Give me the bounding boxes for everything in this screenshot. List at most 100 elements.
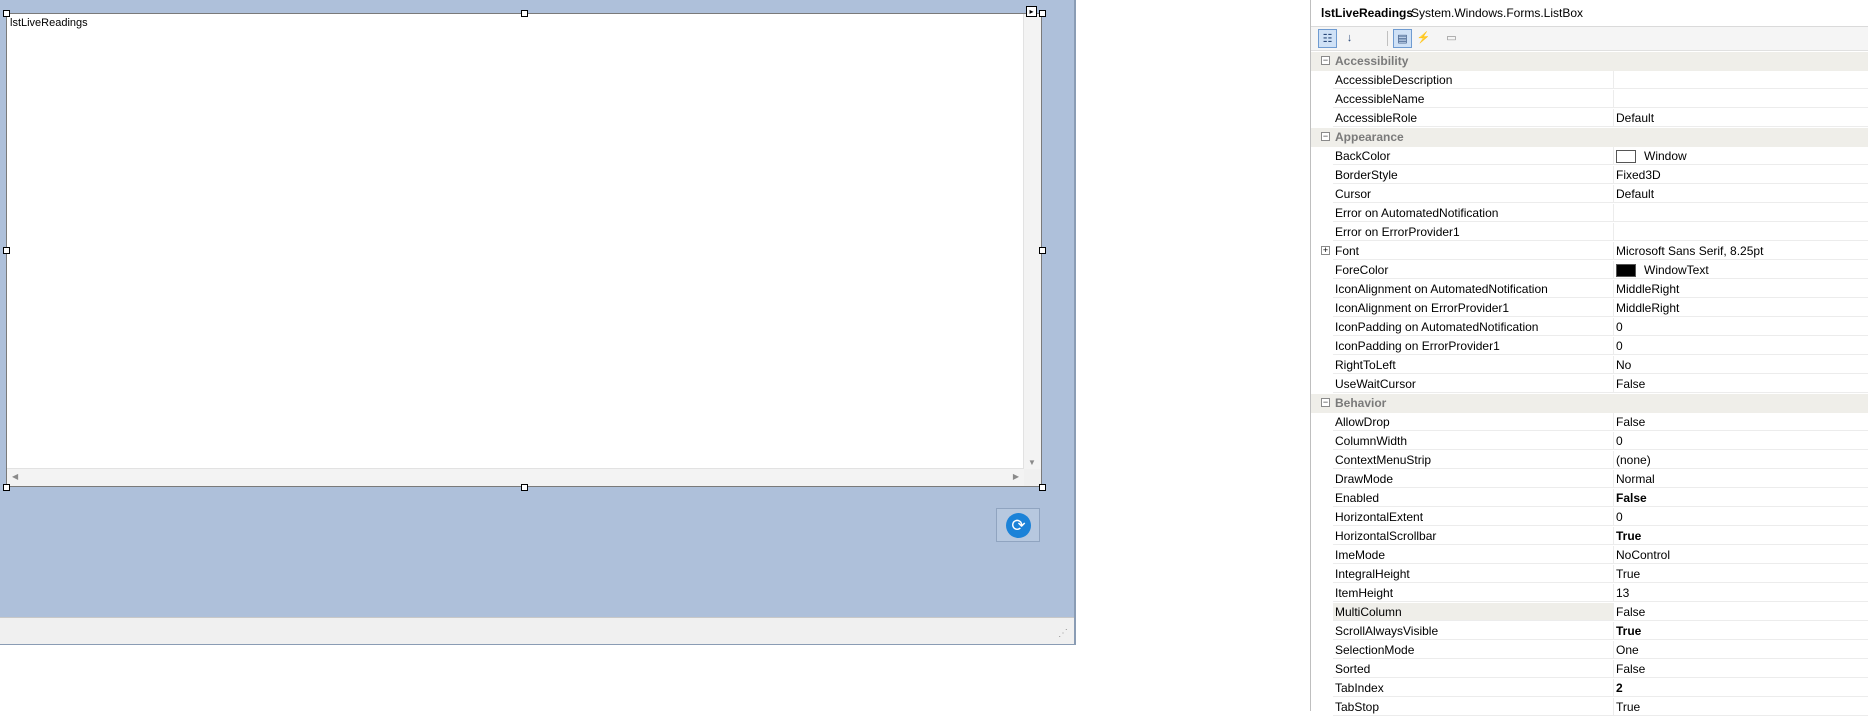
property-value[interactable]: NoControl [1614, 546, 1868, 564]
property-name[interactable]: HorizontalExtent [1333, 508, 1614, 526]
property-value[interactable] [1614, 90, 1868, 108]
property-name[interactable]: Error on AutomatedNotification [1333, 204, 1614, 222]
scroll-down-arrow-icon[interactable]: ▼ [1028, 458, 1036, 467]
property-row[interactable]: + Font Microsoft Sans Serif, 8.25pt [1311, 242, 1868, 261]
property-name[interactable]: AllowDrop [1333, 413, 1614, 431]
property-value[interactable]: One [1614, 641, 1868, 659]
property-value[interactable]: No [1614, 356, 1868, 374]
property-name[interactable]: HorizontalScrollbar [1333, 527, 1614, 545]
property-row[interactable]: UseWaitCursor False [1311, 375, 1868, 394]
property-value[interactable]: False [1614, 413, 1868, 431]
property-value[interactable] [1614, 223, 1868, 241]
property-row[interactable]: ItemHeight 13 [1311, 584, 1868, 603]
property-row[interactable]: IconPadding on ErrorProvider1 0 [1311, 337, 1868, 356]
property-value[interactable]: 0 [1614, 432, 1868, 450]
property-row[interactable]: TabStop True [1311, 698, 1868, 717]
property-name[interactable]: TabIndex [1333, 679, 1614, 697]
property-row[interactable]: ContextMenuStrip (none) [1311, 451, 1868, 470]
property-value[interactable]: True [1614, 698, 1868, 716]
property-value[interactable]: 0 [1614, 337, 1868, 355]
property-value[interactable]: Fixed3D [1614, 166, 1868, 184]
property-name[interactable]: DrawMode [1333, 470, 1614, 488]
property-row[interactable]: IntegralHeight True [1311, 565, 1868, 584]
property-name[interactable]: ScrollAlwaysVisible [1333, 622, 1614, 640]
alphabetical-icon[interactable]: ↓ [1340, 29, 1359, 48]
property-name[interactable]: ColumnWidth [1333, 432, 1614, 450]
property-value[interactable]: Default [1614, 185, 1868, 203]
property-row[interactable]: Sorted False [1311, 660, 1868, 679]
property-row[interactable]: ColumnWidth 0 [1311, 432, 1868, 451]
expand-icon[interactable]: + [1321, 246, 1330, 255]
property-value[interactable]: Window [1614, 147, 1868, 165]
property-value[interactable]: True [1614, 622, 1868, 640]
property-value[interactable]: 0 [1614, 318, 1868, 336]
property-name[interactable]: IconAlignment on ErrorProvider1 [1333, 299, 1614, 317]
property-row[interactable]: IconAlignment on ErrorProvider1 MiddleRig… [1311, 299, 1868, 318]
property-value[interactable]: 2 [1614, 679, 1868, 697]
property-name[interactable]: IconAlignment on AutomatedNotification [1333, 280, 1614, 298]
property-name[interactable]: IntegralHeight [1333, 565, 1614, 583]
property-name[interactable]: ForeColor [1333, 261, 1614, 279]
resize-handle-top-left[interactable] [3, 10, 10, 17]
property-value[interactable] [1614, 71, 1868, 89]
property-row[interactable]: TabIndex 2 [1311, 679, 1868, 698]
resize-handle-bottom-left[interactable] [3, 484, 10, 491]
property-name[interactable]: BackColor [1333, 147, 1614, 165]
property-row[interactable]: HorizontalScrollbar True [1311, 527, 1868, 546]
resize-handle-right[interactable] [1039, 247, 1046, 254]
property-name[interactable]: MultiColumn [1333, 603, 1614, 621]
property-row[interactable]: Error on AutomatedNotification [1311, 204, 1868, 223]
property-row[interactable]: ScrollAlwaysVisible True [1311, 622, 1868, 641]
property-name[interactable]: Font [1333, 242, 1614, 260]
smart-tag-icon[interactable]: ▸ [1026, 6, 1037, 17]
collapse-icon[interactable]: − [1321, 398, 1330, 407]
property-value[interactable]: True [1614, 527, 1868, 545]
property-name[interactable]: SelectionMode [1333, 641, 1614, 659]
property-name[interactable]: Sorted [1333, 660, 1614, 678]
property-name[interactable]: UseWaitCursor [1333, 375, 1614, 393]
property-value[interactable]: MiddleRight [1614, 299, 1868, 317]
resize-handle-left[interactable] [3, 247, 10, 254]
property-value[interactable]: False [1614, 660, 1868, 678]
category-accessibility[interactable]: − Accessibility [1311, 52, 1868, 71]
property-value[interactable]: True [1614, 565, 1868, 583]
collapse-icon[interactable]: − [1321, 56, 1330, 65]
property-name[interactable]: AccessibleRole [1333, 109, 1614, 127]
property-name[interactable]: ContextMenuStrip [1333, 451, 1614, 469]
property-row[interactable]: AllowDrop False [1311, 413, 1868, 432]
property-row[interactable]: ImeMode NoControl [1311, 546, 1868, 565]
property-row[interactable]: DrawMode Normal [1311, 470, 1868, 489]
properties-icon[interactable]: ▤ [1393, 29, 1412, 48]
property-value[interactable]: MiddleRight [1614, 280, 1868, 298]
category-behavior[interactable]: − Behavior [1311, 394, 1868, 413]
property-name[interactable]: Enabled [1333, 489, 1614, 507]
property-name[interactable]: AccessibleName [1333, 90, 1614, 108]
property-value[interactable]: (none) [1614, 451, 1868, 469]
property-value[interactable]: 13 [1614, 584, 1868, 602]
property-row[interactable]: ForeColor WindowText [1311, 261, 1868, 280]
property-value[interactable]: WindowText [1614, 261, 1868, 279]
property-name[interactable]: IconPadding on AutomatedNotification [1333, 318, 1614, 336]
property-row[interactable]: Enabled False [1311, 489, 1868, 508]
categorized-icon[interactable]: ☷ [1318, 29, 1337, 48]
property-value[interactable]: Microsoft Sans Serif, 8.25pt [1614, 242, 1868, 260]
property-row[interactable]: AccessibleRole Default [1311, 109, 1868, 128]
scroll-left-arrow-icon[interactable]: ◀ [12, 472, 18, 481]
property-name[interactable]: Error on ErrorProvider1 [1333, 223, 1614, 241]
property-value[interactable]: Default [1614, 109, 1868, 127]
property-row[interactable]: HorizontalExtent 0 [1311, 508, 1868, 527]
property-name[interactable]: ItemHeight [1333, 584, 1614, 602]
live-readings-listbox[interactable]: lstLiveReadings ▼ ◀ ▶ [6, 13, 1042, 487]
property-name[interactable]: TabStop [1333, 698, 1614, 716]
property-pages-icon[interactable]: ▭ [1442, 29, 1461, 48]
property-row[interactable]: AccessibleDescription [1311, 71, 1868, 90]
property-value[interactable] [1614, 204, 1868, 222]
refresh-button[interactable]: ⟳ [996, 508, 1040, 542]
property-name[interactable]: IconPadding on ErrorProvider1 [1333, 337, 1614, 355]
property-row[interactable]: RightToLeft No [1311, 356, 1868, 375]
resize-handle-top[interactable] [521, 10, 528, 17]
property-value[interactable]: False [1614, 375, 1868, 393]
property-row[interactable]: MultiColumn False [1311, 603, 1868, 622]
property-value[interactable]: Normal [1614, 470, 1868, 488]
resize-handle-bottom[interactable] [521, 484, 528, 491]
